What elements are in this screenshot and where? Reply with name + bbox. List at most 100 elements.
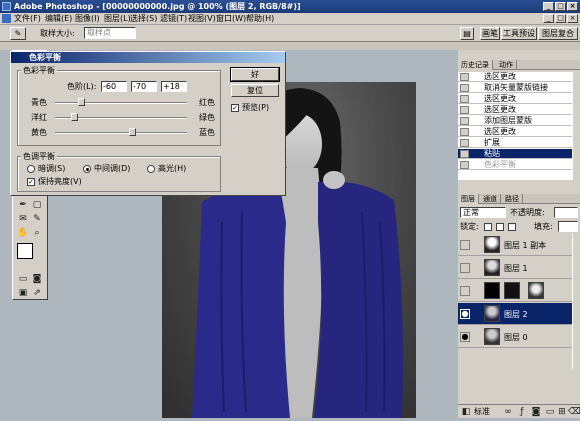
dialog-title: 色彩平衡: [11, 52, 285, 63]
tab-history[interactable]: 历史记录: [458, 60, 493, 70]
layer-row[interactable]: 图层 1 副本: [458, 234, 572, 256]
opacity-input[interactable]: [554, 207, 578, 218]
shape-tool-icon[interactable]: ▢: [31, 199, 43, 211]
maximize-button[interactable]: □: [555, 2, 566, 11]
tab-layer-comps[interactable]: 图层复合: [538, 27, 578, 40]
history-item[interactable]: 扩展: [458, 138, 572, 148]
menu-layer[interactable]: 图层(L): [104, 13, 131, 25]
tab-actions[interactable]: 动作: [496, 60, 517, 70]
history-scrollbar[interactable]: [572, 72, 580, 180]
level-input-3[interactable]: +18: [161, 81, 187, 92]
minimize-button[interactable]: _: [543, 2, 554, 11]
history-item[interactable]: 取消矢量蒙版链接: [458, 83, 572, 93]
add-mask-icon[interactable]: ◙: [530, 406, 542, 418]
history-item[interactable]: 选区更改: [458, 127, 572, 137]
cyan-red-slider[interactable]: [77, 98, 85, 106]
visibility-toggle-icon[interactable]: ●: [460, 309, 470, 319]
layer-thumbnail: [484, 236, 500, 253]
layer-row[interactable]: 图层 1: [458, 257, 572, 279]
visibility-toggle-icon[interactable]: [460, 240, 470, 250]
level-input-1[interactable]: -60: [101, 81, 127, 92]
cyan-red-track: [55, 102, 187, 104]
levels-label: 色阶(L):: [67, 82, 97, 91]
color-balance-dialog: 色彩平衡 色彩平衡 色阶(L): -60 -70 +18 青色 红色 洋红 绿色…: [10, 51, 286, 196]
history-item[interactable]: 添加图层蒙版: [458, 116, 572, 126]
hand-tool-icon[interactable]: ✋: [17, 227, 29, 239]
options-bar: ✎ 取样大小: 取样点 ▤ 画笔 工具预设 图层复合: [0, 25, 580, 42]
layers-tabs: 图层 通道 路径: [458, 194, 580, 204]
doc-minimize-button[interactable]: _: [543, 14, 554, 23]
standard-mode-icon[interactable]: ▭: [17, 273, 29, 285]
zoom-tool-icon[interactable]: ⌕: [31, 227, 43, 239]
layer-thumbnail: [484, 305, 500, 322]
reset-button[interactable]: 复位: [231, 84, 279, 97]
menu-file[interactable]: 文件(F): [14, 13, 41, 25]
preserve-luminosity-label: 保持亮度(V): [38, 177, 82, 186]
menu-window[interactable]: 窗口(W): [216, 13, 246, 25]
tab-paths[interactable]: 路径: [502, 194, 523, 204]
highlights-radio[interactable]: [147, 165, 155, 173]
visibility-toggle-icon[interactable]: [460, 263, 470, 273]
level-input-2[interactable]: -70: [131, 81, 157, 92]
history-item[interactable]: 选区更改: [458, 72, 572, 82]
tab-brushes[interactable]: 画笔: [480, 27, 500, 40]
tab-channels[interactable]: 通道: [480, 194, 501, 204]
history-item[interactable]: 选区更改: [458, 94, 572, 104]
history-item-selected[interactable]: 粘贴: [458, 149, 572, 159]
notes-tool-icon[interactable]: ✉: [17, 213, 29, 225]
new-set-icon[interactable]: ▭: [544, 406, 556, 418]
sample-size-select[interactable]: 取样点: [84, 27, 136, 39]
layers-scrollbar[interactable]: [572, 234, 580, 370]
menu-select[interactable]: 选择(S): [130, 13, 157, 25]
doc-restore-button[interactable]: □: [555, 14, 566, 23]
start-icon[interactable]: ◧: [460, 406, 472, 418]
preserve-luminosity-checkbox[interactable]: ✓: [27, 178, 35, 186]
ok-button[interactable]: 好: [230, 67, 280, 82]
visibility-toggle-icon[interactable]: [460, 286, 470, 296]
doc-close-button[interactable]: ×: [567, 14, 578, 23]
layer-row-selected[interactable]: ● 图层 2: [458, 303, 572, 325]
magenta-green-slider[interactable]: [71, 113, 79, 121]
midtones-radio[interactable]: [83, 165, 91, 173]
lock-paint-checkbox[interactable]: [496, 223, 504, 231]
shadows-radio[interactable]: [27, 165, 35, 173]
palette-well-icon[interactable]: ▤: [460, 27, 474, 40]
layer-row[interactable]: [458, 280, 572, 302]
fill-input[interactable]: [558, 221, 578, 232]
trash-icon[interactable]: ⌫: [568, 406, 580, 418]
eyedropper-icon[interactable]: ✎: [31, 213, 43, 225]
add-style-icon[interactable]: ƒ: [516, 406, 528, 418]
tab-layers[interactable]: 图层: [458, 194, 479, 204]
menu-edit[interactable]: 编辑(E): [45, 13, 72, 25]
new-layer-icon[interactable]: ⊞: [556, 406, 568, 418]
visibility-toggle-icon[interactable]: ●: [460, 332, 470, 342]
link-layers-icon[interactable]: ∞: [502, 406, 514, 418]
close-button[interactable]: ×: [567, 2, 578, 11]
sample-size-label: 取样大小:: [40, 29, 75, 38]
preview-label: 预览(P): [242, 103, 270, 112]
screen-mode-icon[interactable]: ▣: [17, 287, 29, 299]
tab-tool-presets[interactable]: 工具预设: [501, 27, 537, 40]
eyedropper-tool-icon[interactable]: ✎: [10, 27, 26, 40]
foreground-color-swatch[interactable]: [17, 243, 33, 259]
blend-mode-select[interactable]: 正常: [460, 207, 506, 218]
lock-move-checkbox[interactable]: [508, 223, 516, 231]
jump-to-imageready-icon[interactable]: ⇗: [31, 287, 43, 299]
history-list: 选区更改 取消矢量蒙版链接 选区更改 选区更改 添加图层蒙版 选区更改 扩展 粘…: [458, 72, 572, 180]
quick-mask-icon[interactable]: ◙: [31, 273, 43, 285]
history-item-dimmed[interactable]: 色彩平衡: [458, 160, 572, 170]
history-item[interactable]: 选区更改: [458, 105, 572, 115]
yellow-blue-slider[interactable]: [129, 128, 137, 136]
menu-view[interactable]: 视图(V): [188, 13, 216, 25]
layer-row[interactable]: ● 图层 0: [458, 326, 572, 348]
layer-thumbnail: [484, 259, 500, 276]
pen-tool-icon[interactable]: ✒: [17, 199, 29, 211]
menu-filter[interactable]: 滤镜(T): [160, 13, 187, 25]
shadows-label: 暗调(S): [38, 164, 66, 173]
menu-help[interactable]: 帮助(H): [246, 13, 274, 25]
doc-icon: [2, 14, 11, 23]
menu-image[interactable]: 图像(I): [75, 13, 100, 25]
lock-transparency-checkbox[interactable]: [484, 223, 492, 231]
color-balance-group-title: 色彩平衡: [21, 65, 57, 76]
preview-checkbox[interactable]: ✓: [231, 104, 239, 112]
